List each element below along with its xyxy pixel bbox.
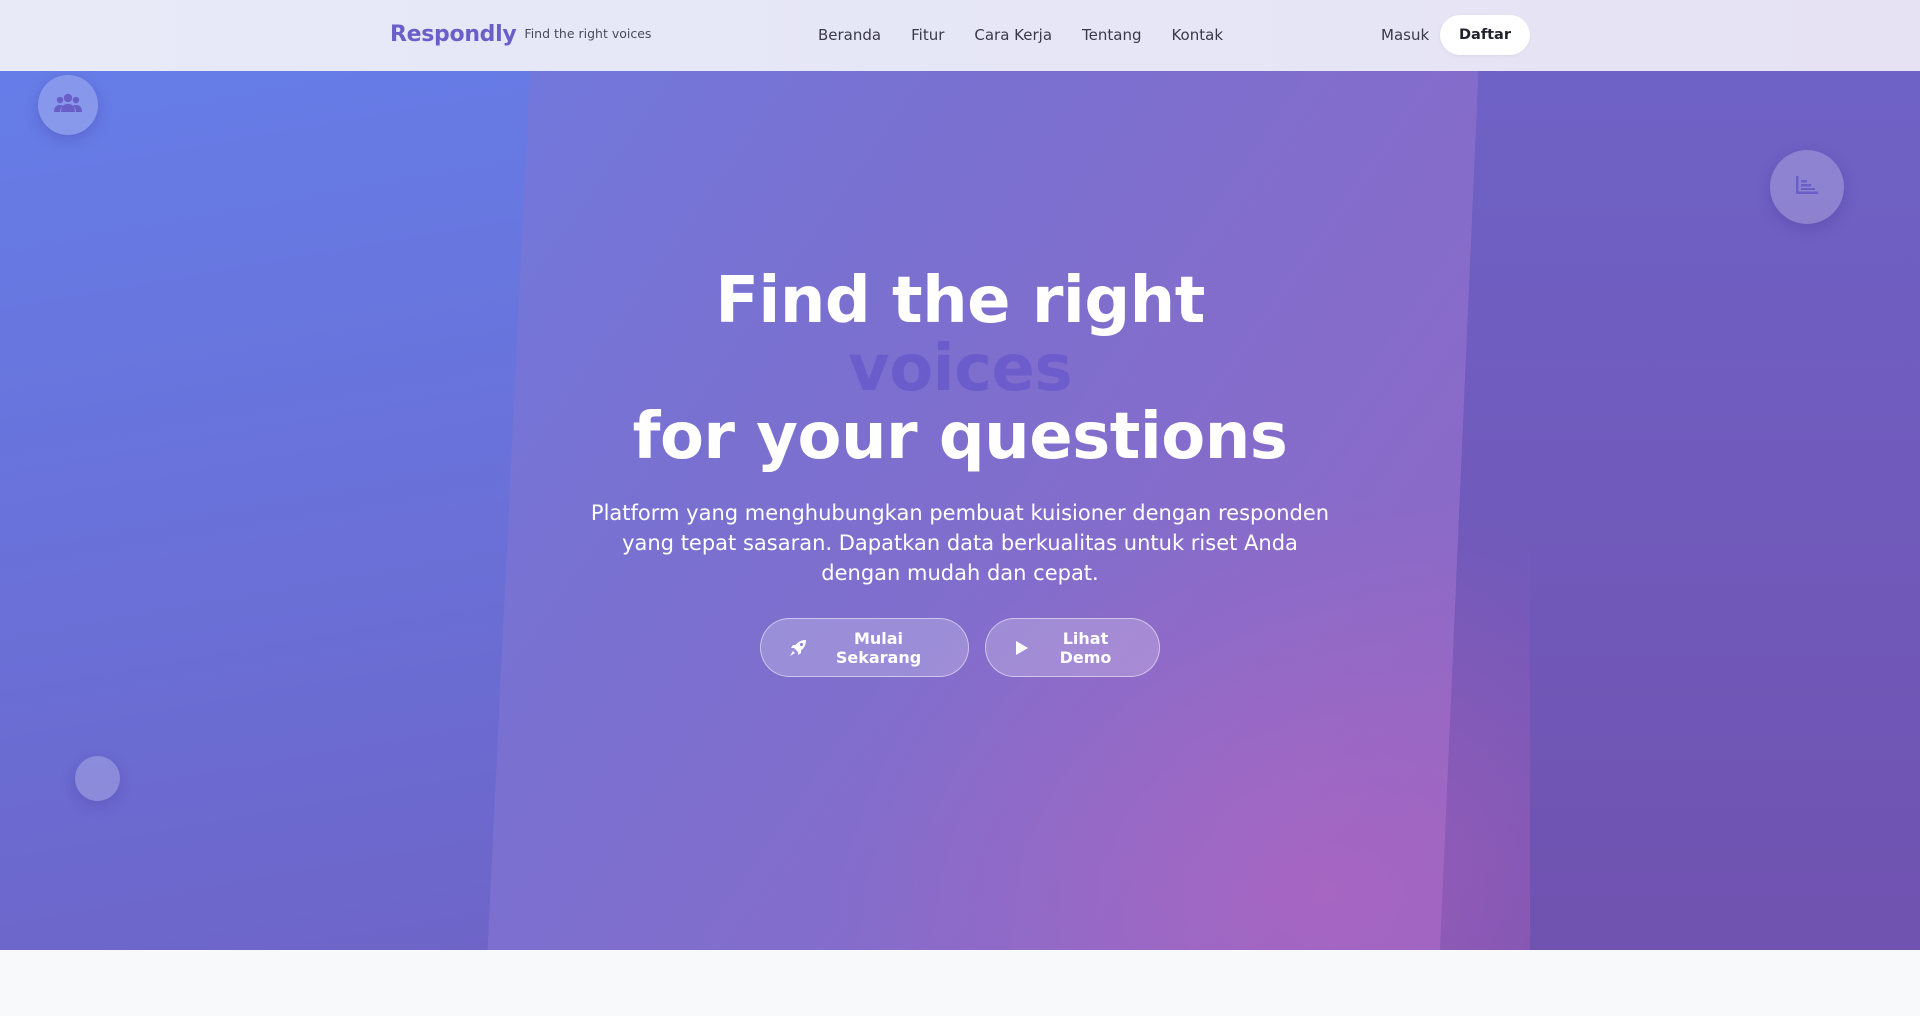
start-now-label: Mulai Sekarang (835, 628, 922, 667)
next-section-strip (0, 950, 1920, 1016)
signup-button[interactable]: Daftar (1440, 15, 1530, 55)
hero-title-accent: voices (847, 332, 1073, 406)
login-link[interactable]: Masuk (1381, 26, 1429, 44)
nav-link-fitur[interactable]: Fitur (911, 26, 944, 44)
hero-actions: Mulai Sekarang Lihat Demo (760, 618, 1160, 677)
hero-title-line-3: for your questions (632, 400, 1288, 474)
view-demo-button[interactable]: Lihat Demo (985, 618, 1160, 677)
nav-link-cara-kerja[interactable]: Cara Kerja (974, 26, 1052, 44)
main-nav: Beranda Fitur Cara Kerja Tentang Kontak (818, 26, 1223, 44)
hero-subtitle: Platform yang menghubungkan pembuat kuis… (590, 501, 1330, 585)
hero-title: Find the right voices for your questions (460, 267, 1460, 471)
nav-link-tentang[interactable]: Tentang (1082, 26, 1141, 44)
brand-tagline: Find the right voices (524, 26, 652, 41)
hero-title-line-1: Find the right (715, 264, 1205, 338)
rocket-icon (789, 639, 807, 657)
floating-chart-badge (1770, 150, 1844, 224)
start-now-button[interactable]: Mulai Sekarang (760, 618, 969, 677)
hero-section: Find the right voices for your questions… (0, 71, 1920, 950)
play-icon (1014, 639, 1030, 657)
brand[interactable]: Respondly Find the right voices (390, 22, 651, 47)
navbar: Respondly Find the right voices Beranda … (0, 0, 1920, 71)
users-icon (54, 92, 82, 118)
floating-decoration-bubble (75, 756, 120, 801)
floating-users-badge (38, 75, 98, 135)
nav-link-kontak[interactable]: Kontak (1171, 26, 1223, 44)
nav-link-beranda[interactable]: Beranda (818, 26, 881, 44)
view-demo-label: Lihat Demo (1059, 628, 1112, 667)
chart-icon (1794, 174, 1820, 200)
hero-left-panel (0, 71, 530, 950)
brand-name[interactable]: Respondly (390, 22, 517, 47)
